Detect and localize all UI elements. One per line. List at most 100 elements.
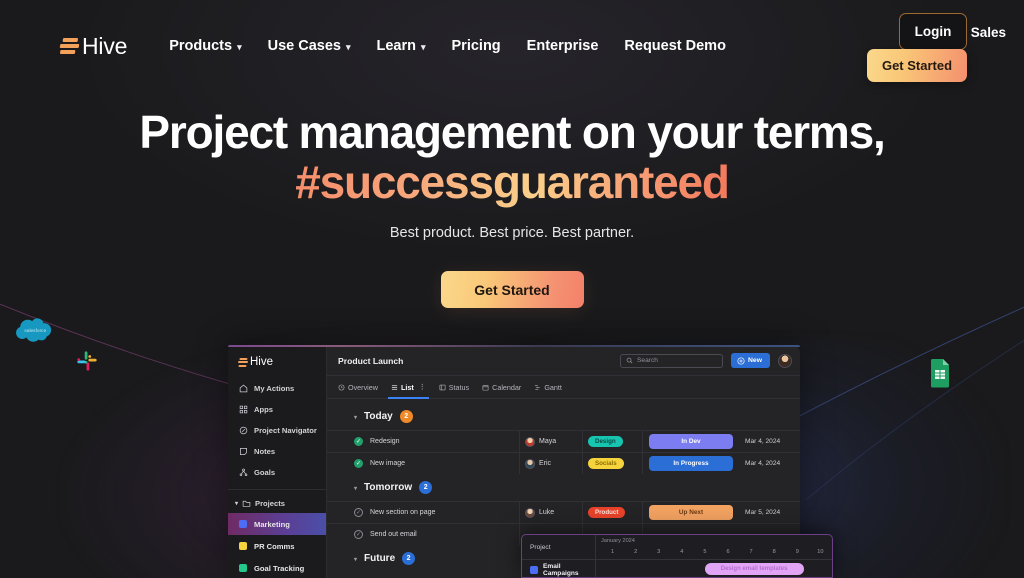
- gantt-overlay: Project January 2024 1 2 3 4 5 6 7 8 9 1…: [521, 534, 833, 578]
- gantt-row[interactable]: Email Campaigns Design email templates: [522, 560, 832, 577]
- gantt-project-column-header: Project: [522, 535, 596, 559]
- task-group-future-count: 2: [402, 552, 416, 565]
- sidebar-projects-label: Projects: [255, 499, 285, 508]
- avatar: [525, 458, 535, 469]
- hive-logo-icon: [59, 38, 80, 54]
- sidebar-item-apps-label: Apps: [254, 405, 273, 414]
- gantt-bar[interactable]: Design email templates: [704, 563, 804, 575]
- task-label-pill: Socials: [588, 458, 624, 469]
- hive-logo-text: Hive: [82, 32, 128, 59]
- plus-circle-icon: [737, 356, 745, 365]
- task-assignee-cell[interactable]: Luke: [519, 502, 582, 523]
- gantt-day: 5: [703, 548, 707, 555]
- hero-get-started-button[interactable]: Get Started: [440, 271, 584, 309]
- app-new-button[interactable]: New: [731, 353, 770, 368]
- app-hive-logo-text: Hive: [250, 356, 274, 368]
- tab-status[interactable]: Status: [439, 376, 469, 399]
- avatar: [525, 507, 535, 518]
- list-icon: [391, 384, 398, 390]
- nav-item-use-cases-label: Use Cases: [267, 38, 341, 54]
- sidebar-item-notes[interactable]: Notes: [228, 441, 326, 462]
- nav-item-request-demo[interactable]: Request Demo: [624, 38, 726, 54]
- sidebar-item-project-navigator[interactable]: Project Navigator: [228, 420, 326, 441]
- gantt-day: 3: [657, 548, 661, 555]
- tab-calendar[interactable]: Calendar: [482, 376, 521, 399]
- task-group-future-label: Future: [364, 553, 396, 564]
- gantt-day: 7: [749, 548, 753, 555]
- tab-list[interactable]: List ⋮: [387, 376, 429, 399]
- nav-item-products[interactable]: Products ▾: [169, 38, 241, 54]
- nav-item-learn[interactable]: Learn ▾: [376, 38, 425, 54]
- grid-icon: [239, 405, 248, 414]
- collapse-triangle-icon: ▾: [354, 486, 358, 492]
- hero-headline-line2: #successguaranteed: [295, 155, 730, 208]
- task-complete-icon[interactable]: ✓: [354, 530, 363, 539]
- hero-headline-line1: Project management on your terms,: [139, 106, 885, 158]
- nav-links: Products ▾ Use Cases ▾ Learn ▾ Pricing E…: [169, 38, 726, 54]
- hero-subheadline: Best product. Best price. Best partner.: [389, 225, 635, 242]
- app-search-input[interactable]: Search: [620, 353, 724, 368]
- task-complete-icon[interactable]: ✓: [354, 437, 363, 446]
- sidebar-project-goal-tracking-label: Goal Tracking: [254, 563, 305, 573]
- chevron-down-icon: ▾: [345, 41, 351, 52]
- task-assignee-cell[interactable]: Eric: [519, 453, 582, 474]
- task-label-pill: Design: [588, 436, 623, 447]
- nav-item-enterprise[interactable]: Enterprise: [527, 38, 599, 54]
- collapse-triangle-icon: ▾: [354, 557, 358, 563]
- sidebar-divider: [228, 489, 326, 490]
- task-assignee-cell[interactable]: Maya: [519, 431, 582, 452]
- task-status-cell[interactable]: In Progress: [642, 453, 738, 474]
- nav-right-actions: Contact Sales Login Get Started: [867, 0, 1024, 82]
- task-complete-icon[interactable]: ✓: [354, 508, 363, 517]
- note-icon: [240, 448, 247, 455]
- avatar: [525, 436, 535, 447]
- sidebar-item-apps[interactable]: Apps: [228, 399, 326, 420]
- app-header: Product Launch Search New: [327, 346, 800, 376]
- sidebar-item-notes-label: Notes: [254, 447, 276, 456]
- clock-icon: [338, 384, 345, 390]
- task-assignee-name: Luke: [539, 509, 555, 516]
- task-group-header-tomorrow[interactable]: ▾ Tomorrow 2: [327, 474, 800, 501]
- table-row[interactable]: ✓ New section on page Luke Product Up Ne…: [327, 501, 800, 523]
- tab-list-more-icon[interactable]: ⋮: [419, 383, 426, 391]
- gantt-month-label: January 2024: [601, 538, 635, 544]
- sidebar-project-pr-comms-label: PR Comms: [254, 541, 295, 551]
- task-name-cell: ✓ New section on page: [327, 508, 519, 517]
- nav-item-use-cases[interactable]: Use Cases ▾: [268, 38, 351, 54]
- gantt-row-label: Email Campaigns: [543, 562, 579, 577]
- sidebar-item-goals[interactable]: Goals: [228, 462, 326, 483]
- gantt-timeline-header: January 2024 1 2 3 4 5 6 7 8 9 10: [596, 535, 832, 559]
- tab-status-label: Status: [448, 382, 470, 392]
- task-complete-icon[interactable]: ✓: [354, 459, 363, 468]
- sidebar-project-marketing[interactable]: Marketing: [228, 513, 326, 535]
- table-row[interactable]: ✓ New image Eric Socials In Progress Mar…: [327, 452, 800, 474]
- sidebar-project-pr-comms[interactable]: PR Comms: [228, 535, 326, 557]
- tab-gantt-label: Gantt: [544, 382, 562, 392]
- google-sheets-logo: [931, 359, 949, 388]
- collapse-triangle-icon: ▾: [354, 415, 358, 421]
- project-color-swatch: [239, 564, 247, 572]
- gantt-day: 6: [726, 548, 730, 555]
- task-group-header-today[interactable]: ▾ Today 2: [327, 403, 800, 430]
- sidebar-project-goal-tracking[interactable]: Goal Tracking: [228, 557, 326, 578]
- goals-icon: [239, 468, 248, 477]
- hive-logo[interactable]: Hive: [59, 32, 128, 60]
- app-tab-bar: Overview List ⋮ Status Calendar Gantt: [327, 376, 800, 399]
- sidebar-item-my-actions[interactable]: My Actions: [228, 378, 326, 399]
- task-label-cell[interactable]: Product: [582, 502, 642, 523]
- tab-gantt[interactable]: Gantt: [534, 376, 562, 399]
- login-button[interactable]: Login: [899, 13, 967, 50]
- nav-item-pricing[interactable]: Pricing: [452, 38, 501, 54]
- get-started-nav-button[interactable]: Get Started: [867, 49, 967, 82]
- sidebar-item-goals-label: Goals: [254, 468, 276, 477]
- task-label-cell[interactable]: Design: [582, 431, 642, 452]
- task-status-cell[interactable]: In Dev: [642, 431, 738, 452]
- table-row[interactable]: ✓ Redesign Maya Design In Dev Mar 4, 202…: [327, 430, 800, 452]
- task-label-cell[interactable]: Socials: [582, 453, 642, 474]
- chevron-down-icon: ▾: [237, 41, 242, 52]
- task-status-cell[interactable]: Up Next: [642, 502, 738, 523]
- project-color-swatch: [239, 520, 247, 528]
- app-user-avatar[interactable]: [778, 353, 792, 368]
- sidebar-projects-header[interactable]: ▾ Projects: [228, 494, 326, 513]
- tab-overview[interactable]: Overview: [338, 376, 378, 399]
